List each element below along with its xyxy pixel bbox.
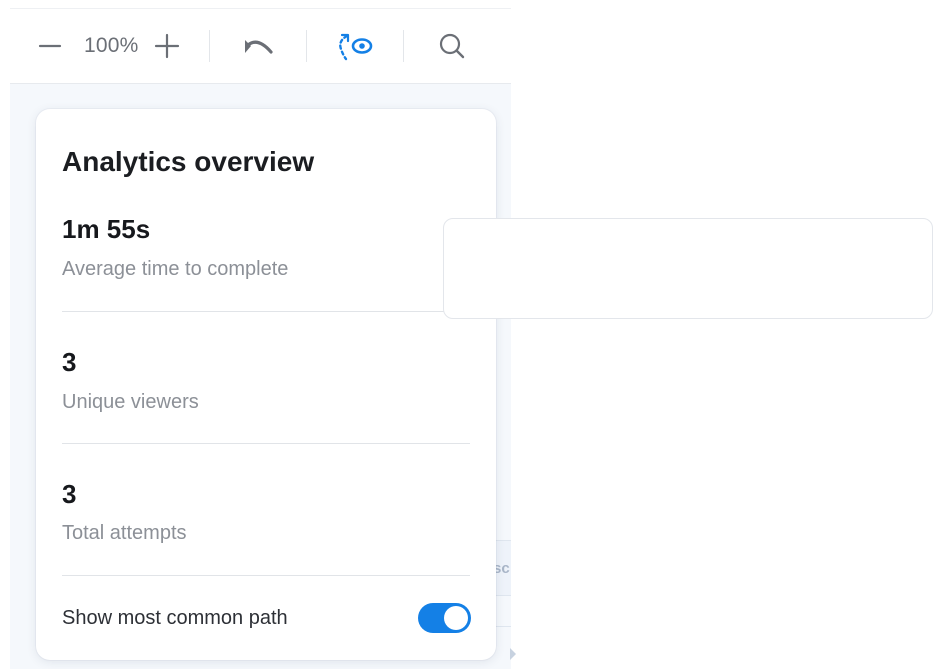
stat-average-time-label: Average time to complete [62, 258, 289, 280]
stat-average-time-value: 1m 55s [62, 214, 151, 244]
undo-button[interactable] [210, 26, 306, 66]
app-stage: sc 100% Analytics overview 1m 55s Averag… [0, 0, 936, 669]
plus-icon [154, 33, 179, 59]
path-eye-icon [338, 33, 372, 61]
zoom-in-button[interactable] [147, 26, 187, 66]
stat-divider [62, 443, 470, 444]
stat-total-attempts-label: Total attempts [62, 522, 187, 544]
toggle-knob [444, 606, 468, 630]
stat-total-attempts-value: 3 [62, 479, 77, 509]
common-path-toggle[interactable] [418, 603, 471, 633]
path-view-button[interactable] [307, 26, 403, 66]
zoom-level: 100% [84, 34, 139, 57]
stat-divider [62, 311, 470, 312]
stat-unique-viewers-label: Unique viewers [62, 391, 199, 413]
analytics-overview-card: Analytics overview 1m 55s Average time t… [36, 109, 496, 660]
zoom-out-button[interactable] [24, 26, 76, 66]
undo-icon [244, 40, 273, 54]
common-path-toggle-label: Show most common path [62, 607, 288, 629]
search-button[interactable] [404, 26, 500, 66]
minus-icon [38, 44, 62, 48]
stat-unique-viewers-value: 3 [62, 347, 77, 377]
stat-divider [62, 575, 470, 576]
card-title: Analytics overview [62, 146, 315, 177]
canvas-arrow-icon [510, 648, 516, 660]
empty-info-panel [443, 218, 933, 319]
canvas-toolbar: 100% [10, 8, 511, 84]
search-icon [439, 33, 464, 59]
